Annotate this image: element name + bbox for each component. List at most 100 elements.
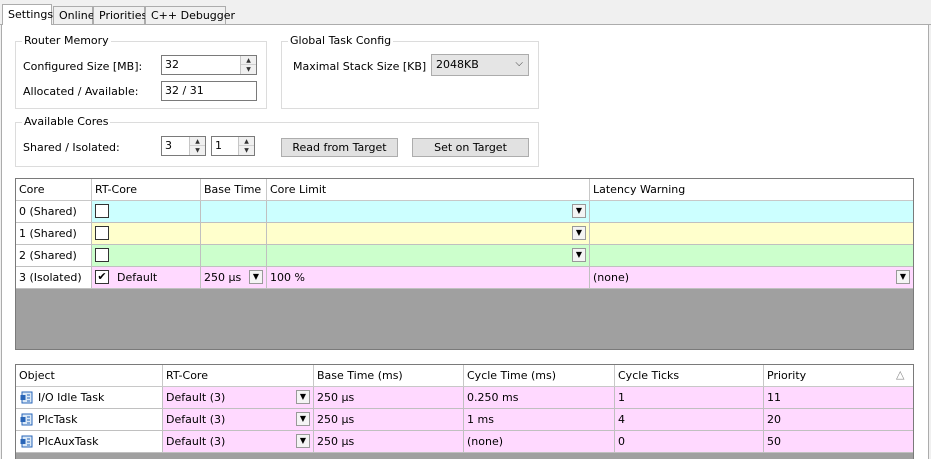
dropdown-arrow-icon[interactable]: ▼ <box>249 270 263 284</box>
cycle-ticks-col-header[interactable]: Cycle Ticks <box>615 365 764 387</box>
rt-core-cell[interactable] <box>92 201 201 223</box>
dropdown-arrow-icon[interactable]: ▼ <box>296 390 310 404</box>
core-row-label[interactable]: 0 (Shared) <box>16 201 92 223</box>
configured-size-label: Configured Size [MB]: <box>23 60 143 73</box>
core-table: Core RT-Core Base Time Core Limit Latenc… <box>15 178 914 350</box>
task-base-time-cell[interactable]: 250 µs <box>314 409 464 431</box>
dropdown-arrow-icon[interactable]: ▼ <box>572 226 586 240</box>
max-stack-size-select[interactable]: 2048KB ⌵ <box>431 54 529 76</box>
dropdown-arrow-icon[interactable]: ▼ <box>296 434 310 448</box>
base-time-cell[interactable] <box>201 245 267 267</box>
spin-down-icon[interactable]: ▼ <box>239 146 254 155</box>
spin-up-icon[interactable]: ▲ <box>239 137 254 146</box>
dropdown-arrow-icon[interactable]: ▼ <box>296 412 310 426</box>
rt-core-cell[interactable] <box>92 223 201 245</box>
rt-core-cell[interactable] <box>92 245 201 267</box>
core-limit-cell[interactable]: ▼ <box>267 245 590 267</box>
task-cycle-time-cell[interactable]: 1 ms <box>464 409 615 431</box>
task-cycle-time-cell[interactable]: 0.250 ms <box>464 387 615 409</box>
base-time-cell[interactable] <box>201 223 267 245</box>
task-cycle-ticks-cell[interactable]: 4 <box>615 409 764 431</box>
configured-size-input[interactable]: 32 ▲ ▼ <box>161 55 257 75</box>
core-row-label[interactable]: 1 (Shared) <box>16 223 92 245</box>
tab-cpp-debugger[interactable]: C++ Debugger <box>145 6 235 24</box>
latency-warning-cell[interactable] <box>590 223 913 245</box>
core-limit-cell[interactable]: 100 % <box>267 267 590 289</box>
task-rt-core-cell[interactable]: Default (3) ▼ <box>163 387 314 409</box>
global-task-config-group: Global Task Config Maximal Stack Size [K… <box>281 34 539 109</box>
base-time-cell[interactable] <box>201 201 267 223</box>
max-stack-size-value: 2048KB <box>436 58 479 71</box>
task-object-cell[interactable]: I/O Idle Task <box>16 387 163 409</box>
rt-core-cell[interactable]: ✔ Default <box>92 267 201 289</box>
rt-core-col-header[interactable]: RT-Core <box>92 179 201 201</box>
allocated-field[interactable]: 32 / 31 <box>161 81 257 101</box>
tab-settings[interactable]: Settings <box>2 4 53 25</box>
tab-online[interactable]: Online <box>53 6 94 24</box>
router-memory-group: Router Memory Configured Size [MB]: 32 ▲… <box>15 34 267 109</box>
object-col-header[interactable]: Object <box>16 365 163 387</box>
dropdown-arrow-icon[interactable]: ▼ <box>572 204 586 218</box>
rt-core-checkbox-checked[interactable]: ✔ <box>95 270 109 284</box>
spin-down-icon[interactable]: ▼ <box>241 65 256 74</box>
base-time-cell[interactable]: 250 µs ▼ <box>201 267 267 289</box>
task-object-label: I/O Idle Task <box>38 391 105 404</box>
priority-header-label: Priority <box>767 369 807 382</box>
rt-core-checkbox[interactable] <box>95 226 109 240</box>
task-rt-core-value: Default (3) <box>166 391 226 404</box>
chevron-down-icon: ⌵ <box>515 58 523 69</box>
latency-warning-cell[interactable] <box>590 245 913 267</box>
base-time-col-header[interactable]: Base Time <box>201 179 267 201</box>
dropdown-arrow-icon[interactable]: ▼ <box>572 248 586 262</box>
task-cycle-ticks-cell[interactable]: 1 <box>615 387 764 409</box>
rt-core-checkbox[interactable] <box>95 204 109 218</box>
read-from-target-button[interactable]: Read from Target <box>281 138 398 157</box>
core-row-label[interactable]: 2 (Shared) <box>16 245 92 267</box>
task-table: Object RT-Core Base Time (ms) Cycle Time… <box>15 364 914 459</box>
core-row-label[interactable]: 3 (Isolated) <box>16 267 92 289</box>
task-object-cell[interactable]: PlcAuxTask <box>16 431 163 453</box>
task-rt-core-cell[interactable]: Default (3) ▼ <box>163 431 314 453</box>
max-stack-size-label: Maximal Stack Size [KB] <box>293 60 427 73</box>
task-object-cell[interactable]: PlcTask <box>16 409 163 431</box>
shared-cores-spinner[interactable]: ▲ ▼ <box>189 137 205 155</box>
tab-priorities[interactable]: Priorities <box>93 6 147 24</box>
tab-strip: Settings Online Priorities C++ Debugger <box>0 4 931 25</box>
task-priority-cell[interactable]: 50 <box>764 431 913 453</box>
core-limit-cell[interactable]: ▼ <box>267 201 590 223</box>
rt-core-col-header[interactable]: RT-Core <box>163 365 314 387</box>
task-priority-cell[interactable]: 11 <box>764 387 913 409</box>
task-cycle-time-cell[interactable]: (none) <box>464 431 615 453</box>
spin-up-icon[interactable]: ▲ <box>190 137 205 146</box>
task-object-label: PlcTask <box>38 413 78 426</box>
spin-up-icon[interactable]: ▲ <box>241 56 256 65</box>
latency-warning-cell[interactable]: (none) ▼ <box>590 267 913 289</box>
latency-warning-col-header[interactable]: Latency Warning <box>590 179 913 201</box>
task-priority-cell[interactable]: 20 <box>764 409 913 431</box>
isolated-cores-spinner[interactable]: ▲ ▼ <box>238 137 254 155</box>
core-limit-cell[interactable]: ▼ <box>267 223 590 245</box>
priority-col-header[interactable]: Priority △ <box>764 365 913 387</box>
allocated-label: Allocated / Available: <box>23 85 139 98</box>
base-time-ms-col-header[interactable]: Base Time (ms) <box>314 365 464 387</box>
task-base-time-cell[interactable]: 250 µs <box>314 431 464 453</box>
dropdown-arrow-icon[interactable]: ▼ <box>896 270 910 284</box>
shared-cores-input[interactable]: 3 ▲ ▼ <box>161 136 206 156</box>
set-on-target-button[interactable]: Set on Target <box>412 138 529 157</box>
task-rt-core-cell[interactable]: Default (3) ▼ <box>163 409 314 431</box>
spin-down-icon[interactable]: ▼ <box>190 146 205 155</box>
latency-warning-cell[interactable] <box>590 201 913 223</box>
task-base-time-cell[interactable]: 250 µs <box>314 387 464 409</box>
isolated-cores-input[interactable]: 1 ▲ ▼ <box>211 136 255 156</box>
core-limit-col-header[interactable]: Core Limit <box>267 179 590 201</box>
base-time-value: 250 µs <box>204 271 242 284</box>
rt-core-checkbox[interactable] <box>95 248 109 262</box>
rt-core-value: Default <box>117 271 158 284</box>
core-col-header[interactable]: Core <box>16 179 92 201</box>
router-memory-title: Router Memory <box>22 34 111 47</box>
cycle-time-col-header[interactable]: Cycle Time (ms) <box>464 365 615 387</box>
configured-size-spinner[interactable]: ▲ ▼ <box>240 56 256 74</box>
task-icon <box>20 435 33 448</box>
task-cycle-ticks-cell[interactable]: 0 <box>615 431 764 453</box>
isolated-cores-value: 1 <box>215 139 222 152</box>
